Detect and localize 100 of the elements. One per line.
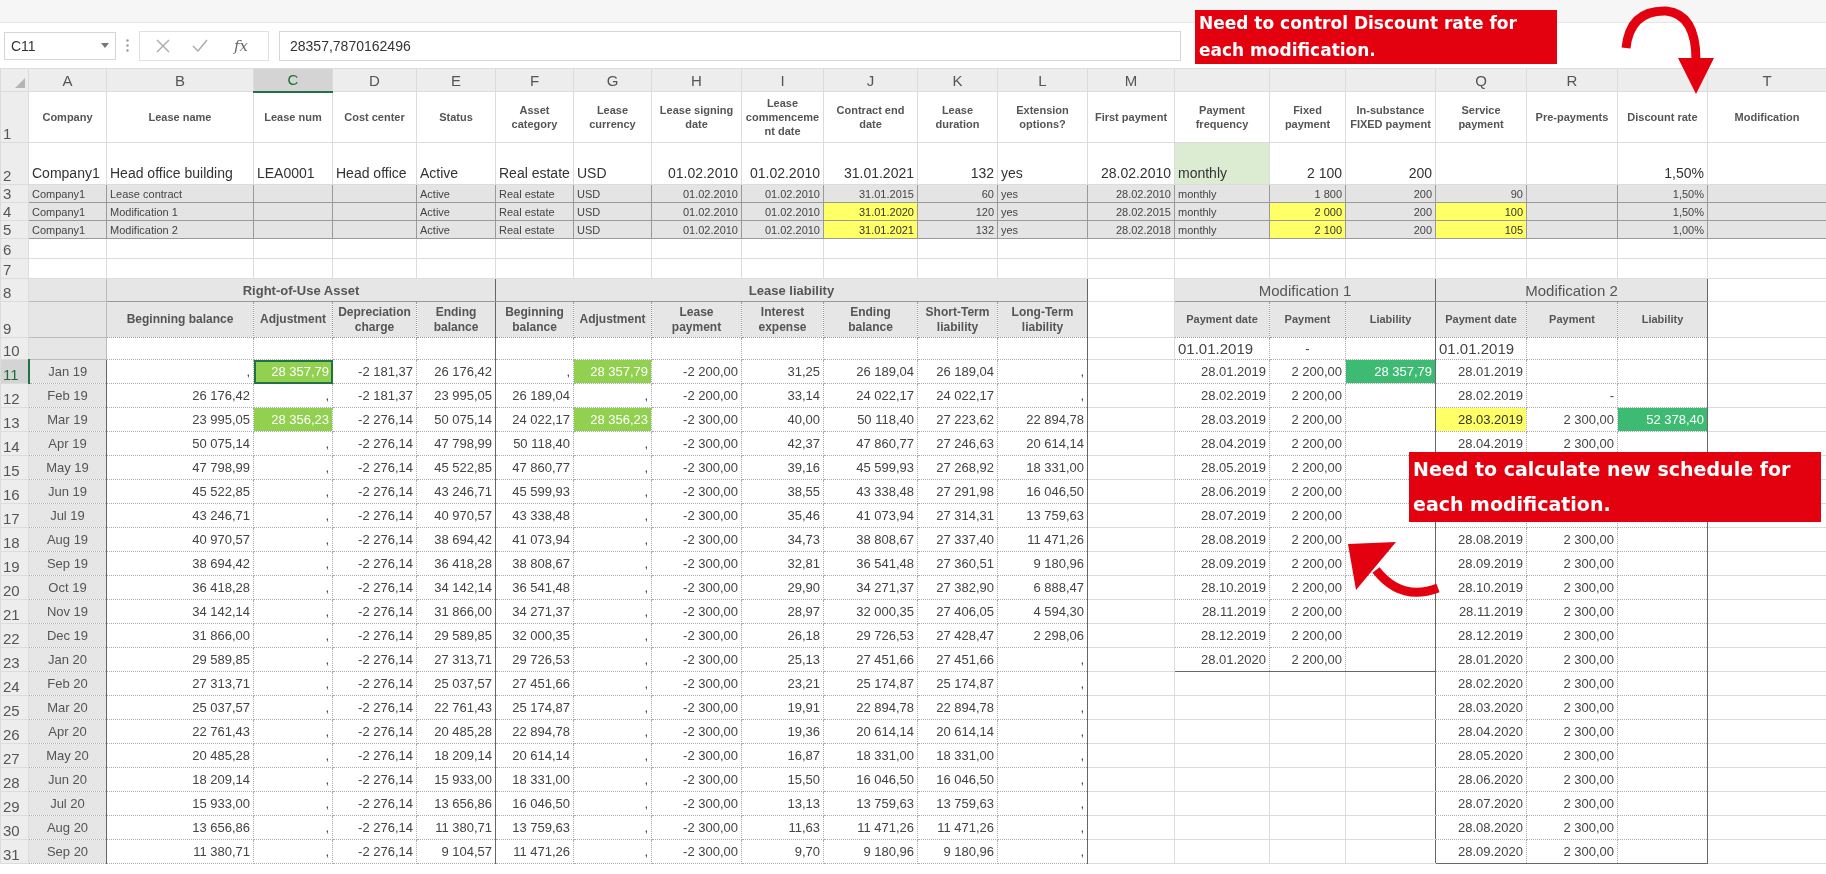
table-cell: , [573, 647, 652, 672]
row-header[interactable]: 24 [0, 671, 29, 696]
table-cell: 28.11.2019 [1435, 599, 1527, 624]
column-header[interactable]: L [997, 68, 1088, 92]
table-cell: 16,87 [741, 743, 824, 768]
row-header[interactable]: 29 [0, 791, 29, 816]
row-header[interactable]: 11 [0, 359, 29, 384]
table-cell: , [573, 743, 652, 768]
table-cell: 2 200,00 [1269, 599, 1346, 624]
row-header[interactable]: 28 [0, 767, 29, 792]
formula-field[interactable]: 28357,7870162496 [279, 30, 1181, 61]
callout-note: Need to calculate new schedule for each modification. [1409, 452, 1821, 522]
column-header[interactable]: A [28, 68, 107, 92]
column-header[interactable]: I [741, 68, 824, 92]
table-cell: 45 599,93 [823, 455, 918, 480]
table-cell: 25 174,87 [823, 671, 918, 696]
column-heading: First payment [1087, 91, 1175, 143]
table-cell: 23,21 [741, 671, 824, 696]
insert-function-button[interactable]: fx [230, 36, 252, 55]
table-cell: 20 614,14 [823, 719, 918, 744]
column-header[interactable]: M [1087, 68, 1175, 92]
column-header[interactable]: H [651, 68, 742, 92]
column-heading: Lease duration [917, 91, 998, 143]
row-header[interactable]: 20 [0, 575, 29, 600]
row-header[interactable]: 31 [0, 839, 29, 864]
table-cell: 28.12.2019 [1435, 623, 1527, 648]
column-header[interactable]: F [495, 68, 574, 92]
table-cell: 2 300,00 [1526, 623, 1618, 648]
table-cell: 20 485,28 [106, 743, 254, 768]
column-heading: Depreciation charge [332, 301, 417, 338]
cancel-icon[interactable] [156, 38, 170, 53]
table-cell: 2 300,00 [1526, 647, 1618, 672]
row-header[interactable]: 23 [0, 647, 29, 672]
table-cell: , [253, 695, 333, 720]
row-header[interactable]: 25 [0, 695, 29, 720]
column-heading: Lease name [106, 91, 254, 143]
column-heading: Payment [1526, 301, 1618, 338]
table-cell: 4 594,30 [997, 599, 1088, 624]
row-header[interactable]: 15 [0, 455, 29, 480]
row-header[interactable]: 12 [0, 383, 29, 408]
column-heading: Payment frequency [1174, 91, 1270, 143]
table-cell: 2 300,00 [1526, 599, 1618, 624]
row-header[interactable]: 19 [0, 551, 29, 576]
row-header[interactable]: 22 [0, 623, 29, 648]
table-title: Lease liability [495, 278, 1088, 302]
table-cell: , [997, 695, 1088, 720]
row-header[interactable]: 10 [0, 337, 29, 360]
column-header[interactable]: J [823, 68, 918, 92]
column-header[interactable]: T [1707, 68, 1826, 92]
table-cell: 23 995,05 [106, 407, 254, 432]
row-header[interactable]: 1 [0, 91, 29, 143]
table-cell: 27 451,66 [495, 671, 574, 696]
row-header[interactable]: 26 [0, 719, 29, 744]
column-header[interactable]: R [1526, 68, 1618, 92]
column-header[interactable]: D [332, 68, 417, 92]
table-cell: 18 209,14 [106, 767, 254, 792]
table-cell: 20 614,14 [997, 431, 1088, 456]
table-cell: 27 291,98 [917, 479, 998, 504]
row-header[interactable]: 16 [0, 479, 29, 504]
column-heading: Status [416, 91, 496, 143]
column-header[interactable]: C [253, 68, 333, 92]
row-header[interactable]: 17 [0, 503, 29, 528]
table-cell: 28.01.2020 [1435, 647, 1527, 672]
table-cell: -2 300,00 [651, 575, 742, 600]
row-label: Jan 20 [28, 647, 107, 672]
table-cell: 11 471,26 [495, 839, 574, 864]
row-header[interactable]: 13 [0, 407, 29, 432]
row-header[interactable]: 7 [0, 258, 29, 279]
table-cell: -2 300,00 [651, 407, 742, 432]
row-header[interactable]: 27 [0, 743, 29, 768]
table-cell: -2 276,14 [332, 407, 417, 432]
table-cell: 28.09.2019 [1435, 551, 1527, 576]
row-header[interactable]: 9 [0, 301, 29, 338]
row-header[interactable]: 2 [0, 142, 29, 185]
column-header[interactable]: K [917, 68, 998, 92]
select-all-button[interactable] [0, 68, 29, 92]
column-header[interactable]: E [416, 68, 496, 92]
table-cell: 28.02.2019 [1435, 383, 1527, 408]
name-box[interactable]: C11 [4, 31, 116, 60]
table-cell: 2 300,00 [1526, 791, 1618, 816]
column-header[interactable]: Q [1435, 68, 1527, 92]
row-header[interactable]: 30 [0, 815, 29, 840]
table-cell: 16 046,50 [917, 767, 998, 792]
table-cell: , [495, 359, 574, 384]
check-icon[interactable] [192, 39, 208, 52]
table-cell: 36 418,28 [106, 575, 254, 600]
table-cell: , [573, 671, 652, 696]
row-header[interactable]: 14 [0, 431, 29, 456]
table-cell: , [253, 647, 333, 672]
row-header[interactable]: 6 [0, 238, 29, 259]
table-cell: 27 268,92 [917, 455, 998, 480]
column-header[interactable]: G [573, 68, 652, 92]
row-header[interactable]: 21 [0, 599, 29, 624]
table-cell: 28.02.2019 [1174, 383, 1270, 408]
row-header[interactable]: 18 [0, 527, 29, 552]
row-label: Mar 19 [28, 407, 107, 432]
column-header[interactable]: B [106, 68, 254, 92]
table-cell: , [253, 623, 333, 648]
row-header[interactable]: 8 [0, 278, 29, 302]
table-cell: 27 451,66 [917, 647, 998, 672]
